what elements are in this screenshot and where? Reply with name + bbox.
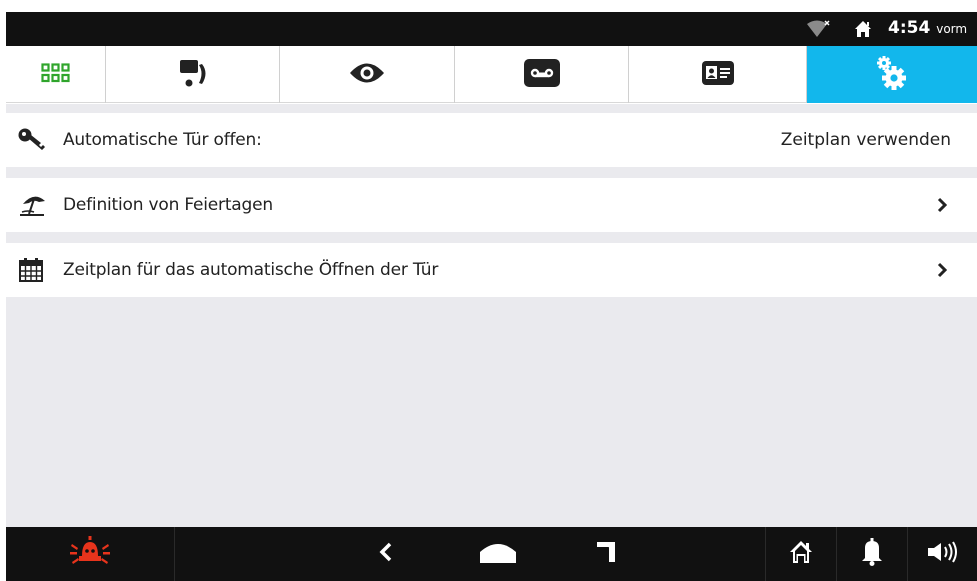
tab-view[interactable] [280,46,455,103]
wifi-off-icon [806,20,830,42]
back-button[interactable] [356,527,416,581]
alarm-siren-icon [70,536,110,572]
chevron-right-icon [937,262,947,278]
settings-list: Automatische Tür offen: Zeitplan verwend… [6,104,977,527]
bell-button[interactable] [837,527,907,581]
tab-intercom[interactable] [106,46,280,103]
clock-ampm: vorm [936,22,968,36]
tab-voicemail[interactable] [455,46,629,103]
eye-icon [348,60,386,90]
calendar-icon [18,257,44,283]
status-bar: 4:54 vorm [6,12,977,46]
row-auto-door-open[interactable]: Automatische Tür offen: Zeitplan verwend… [6,113,977,167]
bottom-bar [6,527,977,581]
bell-icon [861,538,883,570]
recent-apps-icon [595,540,617,568]
status-clock: 4:54 vorm [888,18,967,38]
contact-card-icon [701,60,735,90]
row-holidays[interactable]: Definition von Feiertagen [6,178,977,232]
gears-icon [872,53,912,97]
home-nav-button[interactable] [468,527,528,581]
grid-icon [40,62,71,87]
home-icon [854,20,872,42]
row-value: Zeitplan verwenden [780,130,951,150]
clock-time: 4:54 [888,18,931,38]
voicemail-icon [523,58,561,92]
row-label: Definition von Feiertagen [63,195,273,215]
tab-contacts[interactable] [629,46,807,103]
home-nav-icon [479,540,517,568]
recent-apps-button[interactable] [576,527,636,581]
tab-apps[interactable] [6,46,106,103]
back-icon [379,542,393,566]
speaker-icon [927,541,959,567]
row-label: Zeitplan für das automatische Öffnen der… [63,260,439,280]
row-label: Automatische Tür offen: [63,130,262,150]
volume-button[interactable] [908,527,977,581]
alarm-button[interactable] [6,527,174,581]
tab-bar [6,46,977,103]
house-button[interactable] [766,527,836,581]
divider [174,527,175,581]
intercom-phone-icon [176,56,210,94]
chevron-right-icon [937,197,947,213]
house-icon [789,540,813,568]
key-icon [18,128,46,152]
screen: 4:54 vorm Automatische Tür offen: Zeitpl… [0,0,977,581]
tab-settings[interactable] [807,46,977,103]
beach-umbrella-icon [18,193,50,217]
row-door-schedule[interactable]: Zeitplan für das automatische Öffnen der… [6,243,977,297]
